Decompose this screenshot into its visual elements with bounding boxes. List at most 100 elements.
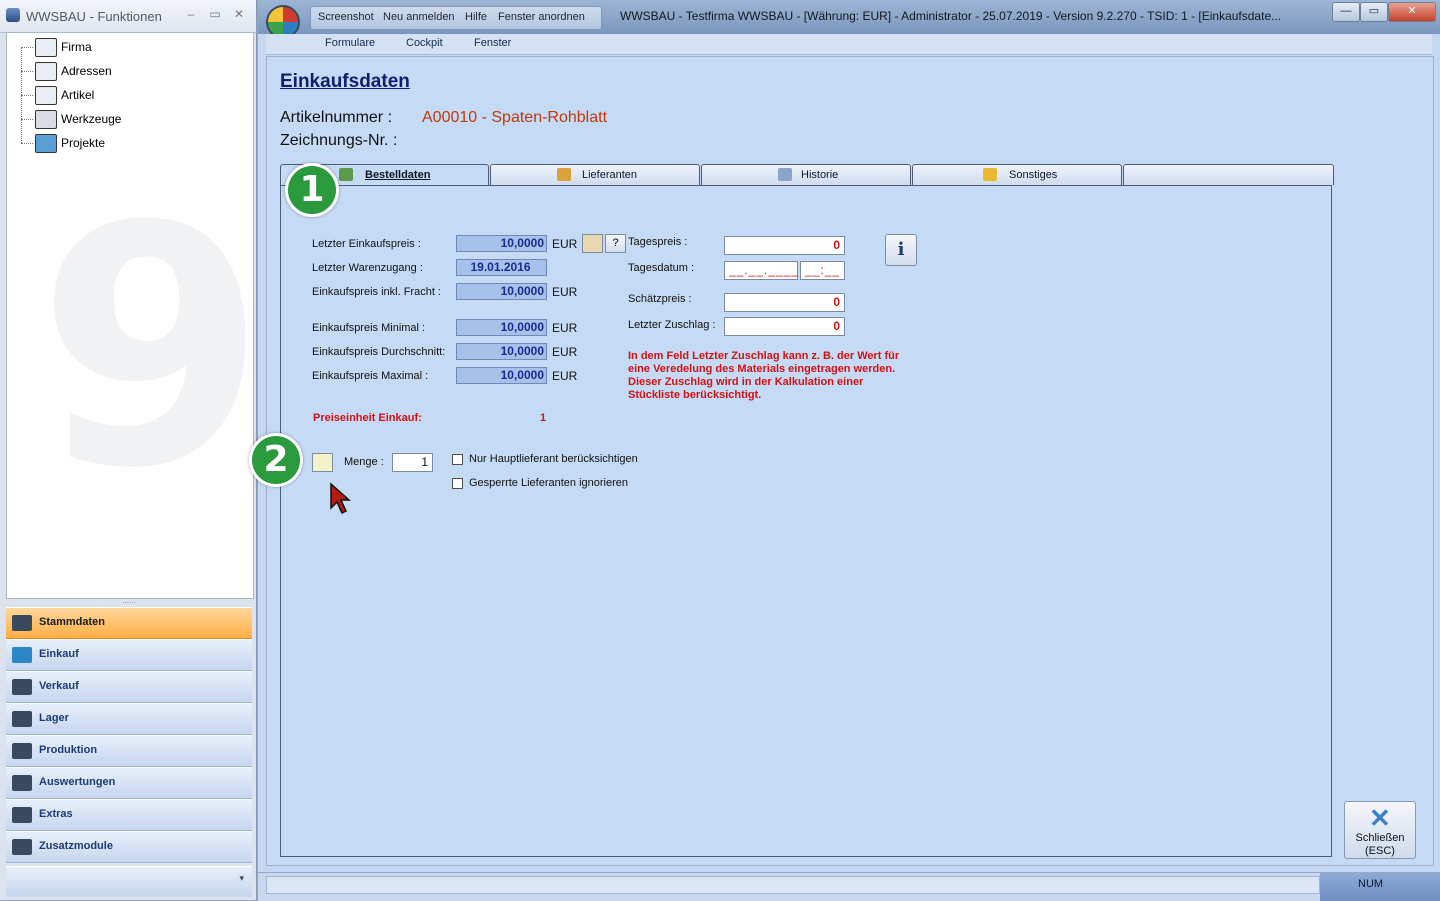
schaetzpreis-label: Schätzpreis : [628, 293, 692, 305]
chevron-down-icon: ▾ [239, 873, 244, 883]
menge-label: Menge : [344, 456, 384, 468]
nav-auswertungen[interactable]: Auswertungen [6, 767, 252, 799]
ekp-min-unit: EUR [552, 321, 578, 335]
modules-icon [12, 839, 32, 855]
tools-icon [35, 110, 57, 129]
truck-icon[interactable] [582, 234, 603, 253]
zeichnungsnr-label: Zeichnungs-Nr. : [280, 132, 398, 149]
ekp-max-label: Einkaufspreis Maximal : [312, 370, 429, 382]
tagespreis-input[interactable]: 0 [724, 236, 845, 255]
menu-bar: Formulare Cockpit Fenster [266, 34, 1432, 55]
info-icon[interactable]: i [885, 234, 917, 266]
letzter-zuschlag-label: Letzter Zuschlag : [628, 319, 716, 331]
nav-overflow[interactable]: ▾ [6, 866, 252, 897]
tab-lieferanten[interactable]: Lieferanten [490, 164, 700, 185]
preiseinheit-value: 1 [540, 412, 547, 424]
ekp-fracht-unit: EUR [552, 285, 578, 299]
letzter-wz-label: Letzter Warenzugang : [312, 262, 423, 274]
main-window: Screenshot Neu anmelden Hilfe Fenster an… [249, 0, 1440, 901]
tagesdatum-time-input[interactable]: __:__ [800, 261, 845, 280]
app-icon [6, 8, 20, 22]
watermark-logo: 9 [37, 156, 254, 540]
menu-formulare[interactable]: Formulare [325, 37, 375, 49]
functions-title-bar: WWSBAU - Funktionen – ▭ ✕ [0, 0, 256, 33]
cart-icon [12, 647, 32, 663]
tagesdatum-date-input[interactable]: __.__.____ [724, 261, 798, 280]
ekp-avg-label: Einkaufspreis Durchschnitt: [312, 346, 446, 358]
tab-sonstiges[interactable]: Sonstiges [912, 164, 1122, 185]
tab-empty [1123, 164, 1334, 185]
warehouse-icon [12, 711, 32, 727]
functions-window: WWSBAU - Funktionen – ▭ ✕ 9 Firma Adress… [0, 0, 257, 900]
ekp-fracht-label: Einkaufspreis inkl. Fracht : [312, 286, 441, 298]
menu-fenster[interactable]: Fenster [474, 37, 511, 49]
callout-badge-2: 2 [249, 433, 303, 487]
gesperrte-lieferanten-checkbox[interactable] [452, 478, 463, 489]
help-button[interactable]: ? [605, 234, 626, 253]
close-esc-button[interactable]: ✕ Schließen (ESC) [1344, 801, 1416, 859]
mouse-cursor-icon [330, 482, 351, 515]
order-icon [339, 168, 353, 181]
master-data-icon [12, 615, 32, 631]
project-icon [35, 134, 57, 153]
nav-verkauf[interactable]: Verkauf [6, 671, 252, 703]
menge-input[interactable]: 1 [392, 453, 433, 472]
main-minimize-button[interactable]: — [1332, 2, 1360, 22]
nur-hauptlieferant-label: Nur Hauptlieferant berücksichtigen [469, 453, 638, 465]
ekp-min-field: 10,0000 [456, 319, 547, 336]
production-icon [12, 743, 32, 759]
tab-historie[interactable]: Historie [701, 164, 911, 185]
qat-screenshot[interactable]: Screenshot [318, 11, 374, 23]
maximize-button[interactable]: ▭ [206, 6, 224, 22]
main-window-title: WWSBAU - Testfirma WWSBAU - [Währung: EU… [620, 9, 1282, 23]
status-bar: NUM [258, 872, 1440, 901]
nav-zusatzmodule[interactable]: Zusatzmodule [6, 831, 252, 863]
status-message-area [266, 876, 1320, 894]
cash-register-icon [12, 679, 32, 695]
letzter-wz-field: 19.01.2016 [456, 259, 547, 276]
pane-splitter[interactable]: ...... [6, 597, 252, 605]
supplier-icon [557, 168, 571, 181]
nav-einkauf[interactable]: Einkauf [6, 639, 252, 671]
address-card-icon [35, 62, 57, 81]
history-icon [778, 168, 792, 181]
quick-access-toolbar: Screenshot Neu anmelden Hilfe Fenster an… [310, 6, 602, 30]
main-close-button[interactable]: ✕ [1388, 2, 1436, 22]
minimize-button[interactable]: – [182, 6, 200, 22]
function-tree: 9 Firma Adressen Artikel Werkzeuge Proje… [6, 32, 254, 599]
form-content: Einkaufsdaten Artikelnummer : A00010 - S… [249, 56, 1434, 866]
close-icon: ✕ [1369, 803, 1391, 833]
misc-icon [983, 168, 997, 181]
num-lock-indicator: NUM [1320, 873, 1440, 901]
nav-stammdaten[interactable]: Stammdaten [6, 607, 252, 639]
extras-icon [12, 807, 32, 823]
letzter-ekp-field: 10,0000 [456, 235, 547, 252]
letzter-ekp-unit: EUR [552, 237, 578, 251]
nav-extras[interactable]: Extras [6, 799, 252, 831]
analysis-icon [12, 775, 32, 791]
preiseinheit-label: Preiseinheit Einkauf: [313, 412, 422, 424]
qat-fenster-anordnen[interactable]: Fenster anordnen [498, 11, 585, 23]
ekp-max-field: 10,0000 [456, 367, 547, 384]
nur-hauptlieferant-checkbox[interactable] [452, 454, 463, 465]
main-title-bar: Screenshot Neu anmelden Hilfe Fenster an… [258, 0, 1440, 39]
factory-icon [35, 38, 57, 57]
letzter-zuschlag-input[interactable]: 0 [724, 317, 845, 336]
qat-hilfe[interactable]: Hilfe [465, 11, 487, 23]
page-title: Einkaufsdaten [280, 71, 410, 92]
box-icon [35, 86, 57, 105]
lightbulb-icon[interactable] [312, 453, 333, 472]
nav-lager[interactable]: Lager [6, 703, 252, 735]
schaetzpreis-input[interactable]: 0 [724, 293, 845, 312]
ekp-min-label: Einkaufspreis Minimal : [312, 322, 426, 334]
ekp-avg-field: 10,0000 [456, 343, 547, 360]
letzter-ekp-label: Letzter Einkaufspreis : [312, 238, 421, 250]
artikelnummer-label: Artikelnummer : [280, 109, 393, 126]
close-window-button[interactable]: ✕ [230, 6, 248, 22]
tagespreis-label: Tagespreis : [628, 236, 688, 248]
menu-cockpit[interactable]: Cockpit [406, 37, 443, 49]
main-maximize-button[interactable]: ▭ [1360, 2, 1388, 22]
nav-produktion[interactable]: Produktion [6, 735, 252, 767]
qat-neu-anmelden[interactable]: Neu anmelden [383, 11, 455, 23]
gesperrte-lieferanten-label: Gesperrte Lieferanten ignorieren [469, 477, 628, 489]
